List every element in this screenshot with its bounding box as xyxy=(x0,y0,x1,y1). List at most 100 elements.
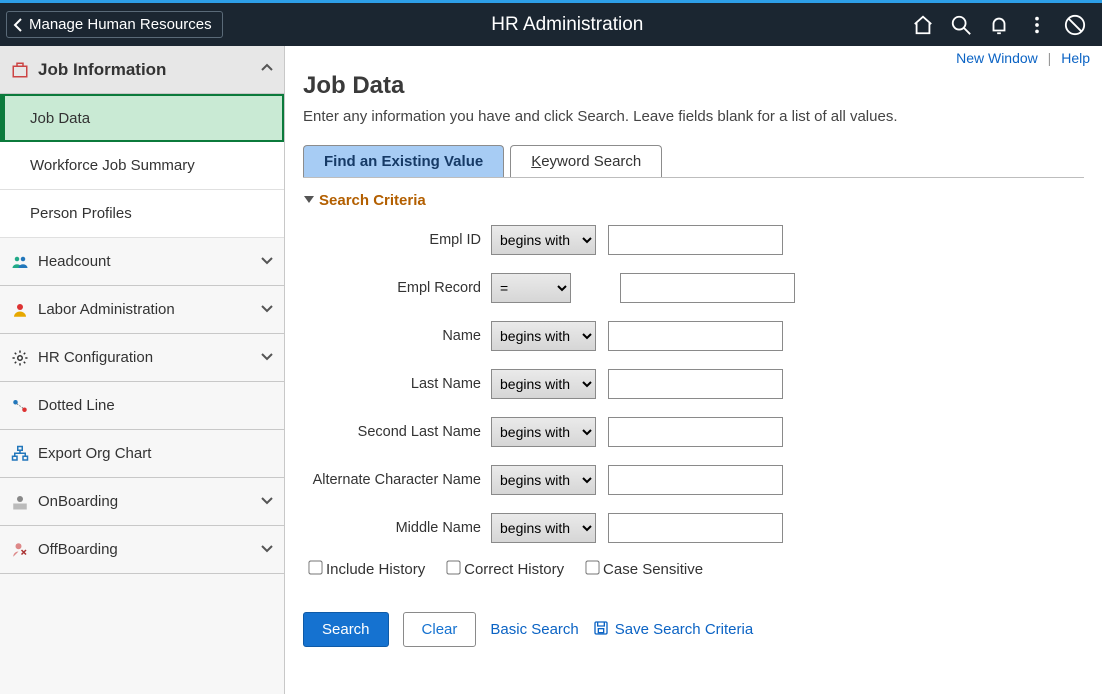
onboarding-icon xyxy=(10,492,30,512)
sidebar-label: OffBoarding xyxy=(38,541,118,558)
field-row-middle-name: Middle Name begins with xyxy=(303,513,1084,543)
sidebar-label: Export Org Chart xyxy=(38,445,151,462)
dotted-line-icon xyxy=(10,396,30,416)
sidebar: Job Information Job Data Workforce Job S… xyxy=(0,46,285,694)
separator: | xyxy=(1042,50,1058,66)
case-sensitive-label[interactable]: Case Sensitive xyxy=(586,561,703,578)
field-row-name: Name begins with xyxy=(303,321,1084,351)
operator-select-name[interactable]: begins with xyxy=(491,321,596,351)
correct-history-checkbox[interactable] xyxy=(446,560,460,574)
input-alternate-character-name[interactable] xyxy=(608,465,783,495)
sidebar-label: OnBoarding xyxy=(38,493,118,510)
field-row-alternate-character-name: Alternate Character Name begins with xyxy=(303,465,1084,495)
search-options: Include History Correct History Case Sen… xyxy=(303,561,1084,578)
field-label: Last Name xyxy=(303,376,491,392)
sidebar-label: Job Data xyxy=(30,110,90,127)
chevron-down-icon xyxy=(260,541,274,559)
include-history-checkbox[interactable] xyxy=(308,560,322,574)
sidebar-section-onboarding[interactable]: OnBoarding xyxy=(0,478,284,526)
sidebar-section-job-information[interactable]: Job Information xyxy=(0,46,284,94)
search-icon[interactable] xyxy=(950,14,972,36)
offboarding-icon xyxy=(10,540,30,560)
sidebar-label: Labor Administration xyxy=(38,301,175,318)
field-label: Name xyxy=(303,328,491,344)
field-row-second-last-name: Second Last Name begins with xyxy=(303,417,1084,447)
back-label: Manage Human Resources xyxy=(29,16,212,33)
operator-select-alternate-character-name[interactable]: begins with xyxy=(491,465,596,495)
action-bar: Search Clear Basic Search Save Search Cr… xyxy=(303,612,1084,647)
gear-icon xyxy=(10,348,30,368)
search-criteria-toggle[interactable]: Search Criteria xyxy=(303,192,1084,209)
chevron-down-icon xyxy=(260,301,274,319)
top-links: New Window | Help xyxy=(285,46,1102,66)
people-icon xyxy=(10,252,30,272)
tab-label-rest: eyword Search xyxy=(541,153,641,170)
sidebar-section-offboarding[interactable]: OffBoarding xyxy=(0,526,284,574)
tab-find-existing-value[interactable]: Find an Existing Value xyxy=(303,145,504,177)
header-icon-group xyxy=(912,14,1096,36)
chevron-down-icon xyxy=(260,493,274,511)
actions-menu-icon[interactable] xyxy=(1026,14,1048,36)
operator-select-second-last-name[interactable]: begins with xyxy=(491,417,596,447)
field-label: Alternate Character Name xyxy=(303,472,491,488)
new-window-link[interactable]: New Window xyxy=(956,50,1038,66)
chevron-up-icon xyxy=(260,60,274,80)
tab-label: Find an Existing Value xyxy=(324,153,483,170)
sidebar-item-workforce-job-summary[interactable]: Workforce Job Summary xyxy=(0,142,284,190)
input-middle-name[interactable] xyxy=(608,513,783,543)
save-icon xyxy=(593,620,609,640)
chevron-left-icon xyxy=(13,18,25,32)
save-search-criteria-label: Save Search Criteria xyxy=(615,621,753,638)
org-chart-icon xyxy=(10,444,30,464)
job-information-icon xyxy=(10,60,30,80)
main-content: New Window | Help Job Data Enter any inf… xyxy=(285,46,1102,694)
sidebar-section-headcount[interactable]: Headcount xyxy=(0,238,284,286)
sidebar-label: Headcount xyxy=(38,253,111,270)
include-history-label[interactable]: Include History xyxy=(309,561,425,578)
tab-keyword-search[interactable]: Keyword Search xyxy=(510,145,662,177)
sidebar-item-job-data[interactable]: Job Data xyxy=(0,94,284,142)
sidebar-section-dotted-line[interactable]: Dotted Line xyxy=(0,382,284,430)
operator-select-empl-record[interactable]: = xyxy=(491,273,571,303)
case-sensitive-checkbox[interactable] xyxy=(585,560,599,574)
search-mode-tabs: Find an Existing Value Keyword Search xyxy=(303,145,1084,178)
input-second-last-name[interactable] xyxy=(608,417,783,447)
page-subtitle: Enter any information you have and click… xyxy=(303,108,1084,125)
input-empl-id[interactable] xyxy=(608,225,783,255)
field-row-empl-id: Empl ID begins with xyxy=(303,225,1084,255)
tab-label-accesskey: K xyxy=(531,153,541,170)
labor-icon xyxy=(10,300,30,320)
sidebar-section-labor-administration[interactable]: Labor Administration xyxy=(0,286,284,334)
sidebar-label: Dotted Line xyxy=(38,397,115,414)
operator-select-middle-name[interactable]: begins with xyxy=(491,513,596,543)
sidebar-item-person-profiles[interactable]: Person Profiles xyxy=(0,190,284,238)
operator-select-last-name[interactable]: begins with xyxy=(491,369,596,399)
input-name[interactable] xyxy=(608,321,783,351)
input-empl-record[interactable] xyxy=(620,273,795,303)
help-link[interactable]: Help xyxy=(1061,50,1090,66)
clear-button[interactable]: Clear xyxy=(403,612,477,647)
search-button[interactable]: Search xyxy=(303,612,389,647)
home-icon[interactable] xyxy=(912,14,934,36)
input-last-name[interactable] xyxy=(608,369,783,399)
field-row-empl-record: Empl Record = xyxy=(303,273,1084,303)
chevron-down-icon xyxy=(260,253,274,271)
sidebar-label: Person Profiles xyxy=(30,205,132,222)
back-button[interactable]: Manage Human Resources xyxy=(6,11,223,38)
field-label: Middle Name xyxy=(303,520,491,536)
field-label: Empl Record xyxy=(303,280,491,296)
save-search-criteria-link[interactable]: Save Search Criteria xyxy=(593,620,753,640)
navbar-icon[interactable] xyxy=(1064,14,1086,36)
sidebar-label: HR Configuration xyxy=(38,349,153,366)
search-criteria-heading: Search Criteria xyxy=(319,192,426,209)
sidebar-label: Job Information xyxy=(38,60,166,80)
field-row-last-name: Last Name begins with xyxy=(303,369,1084,399)
sidebar-section-export-org-chart[interactable]: Export Org Chart xyxy=(0,430,284,478)
basic-search-link[interactable]: Basic Search xyxy=(490,621,578,638)
sidebar-section-hr-configuration[interactable]: HR Configuration xyxy=(0,334,284,382)
header-title: HR Administration xyxy=(223,14,912,36)
notifications-icon[interactable] xyxy=(988,14,1010,36)
operator-select-empl-id[interactable]: begins with xyxy=(491,225,596,255)
triangle-down-icon xyxy=(303,192,315,209)
correct-history-label[interactable]: Correct History xyxy=(447,561,564,578)
